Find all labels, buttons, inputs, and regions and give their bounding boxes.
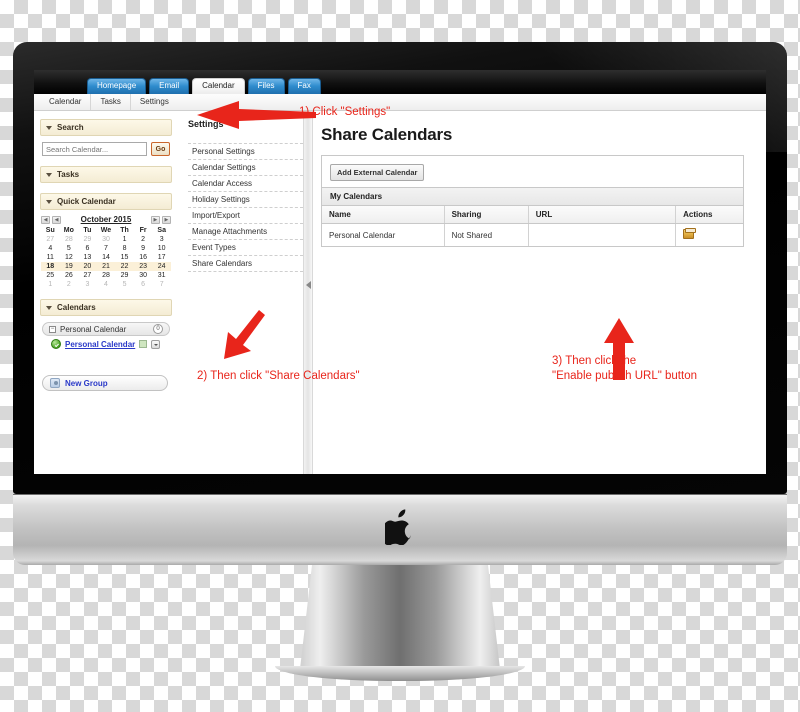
- annotation-step-2: 2) Then click "Share Calendars": [197, 370, 360, 382]
- monitor-chin: [13, 494, 787, 565]
- monitor-bezel: Homepage Email Calendar Files Fax Calend…: [13, 42, 787, 494]
- annotation-step-3-line-2: "Enable publish URL" button: [552, 370, 697, 382]
- arrow-to-share-calendars: [224, 310, 265, 359]
- annotation-step-3-line-1: 3) Then click the: [552, 355, 637, 367]
- apple-logo: [385, 509, 411, 545]
- annotation-arrows: [197, 101, 634, 380]
- annotation-step-1: 1) Click "Settings": [299, 106, 391, 118]
- monitor-stand-neck: [300, 565, 500, 677]
- monitor-stand-foot: [275, 666, 525, 681]
- screen-content: Homepage Email Calendar Files Fax Calend…: [34, 70, 766, 474]
- imac-device: Homepage Email Calendar Files Fax Calend…: [13, 42, 787, 681]
